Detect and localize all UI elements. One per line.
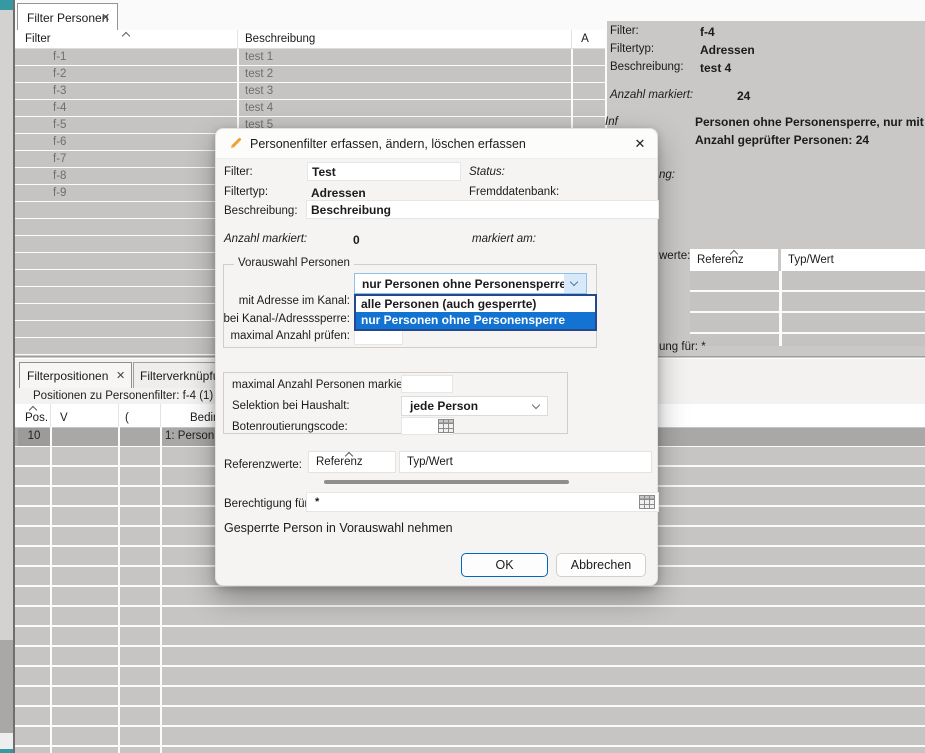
- row-pos-value: 10: [18, 428, 50, 446]
- detail-info-label-fragment: Inf: [605, 116, 618, 128]
- max-markieren-label: maximal Anzahl Personen markieren:: [232, 379, 422, 391]
- groupbox-title: Vorauswahl Personen: [234, 257, 354, 269]
- scrollbar-track-end: [0, 733, 13, 749]
- positions-caption: Positionen zu Personenfilter: f-4 (1): [33, 390, 213, 402]
- table-row[interactable]: f-4test 4: [15, 100, 605, 117]
- filtertyp-value: Adressen: [311, 186, 366, 200]
- dropdown-option-selected[interactable]: nur Personen ohne Personensperre: [356, 312, 595, 329]
- detail-referenzwerte-label-fragment: werte:: [659, 250, 690, 262]
- pruefen-label: maximal Anzahl prüfen:: [216, 330, 350, 342]
- column-divider: [118, 404, 119, 427]
- horizontal-scrollbar-thumb[interactable]: [324, 480, 569, 484]
- gesperrte-person-note: Gesperrte Person in Vorauswahl nehmen: [224, 521, 453, 535]
- detail-info-line1: Personen ohne Personensperre, nur mit: [695, 115, 924, 129]
- column-header-a[interactable]: A: [568, 33, 602, 45]
- chevron-down-icon: [570, 278, 578, 286]
- close-icon[interactable]: ✕: [101, 11, 110, 24]
- close-icon[interactable]: ✕: [116, 369, 125, 382]
- column-divider: [50, 404, 51, 427]
- vorauswahl-combobox[interactable]: nur Personen ohne Personensperre: [354, 273, 587, 294]
- max-markieren-input[interactable]: [401, 375, 453, 393]
- column-divider: [160, 404, 161, 427]
- table-row[interactable]: f-1test 1: [15, 49, 605, 66]
- close-icon[interactable]: ✕: [630, 134, 650, 154]
- filter-label: Filter:: [224, 166, 253, 178]
- dropdown-option[interactable]: alle Personen (auch gesperrte): [356, 296, 595, 312]
- gridline: [779, 271, 782, 346]
- selektion-label: Selektion bei Haushalt:: [232, 400, 350, 412]
- gridline: [160, 427, 162, 753]
- detail-anzahl-label: Anzahl markiert:: [610, 89, 693, 101]
- detail-info-line2: Anzahl geprüfter Personen: 24: [695, 133, 869, 147]
- detail-filter-value: f-4: [700, 25, 715, 39]
- cancel-button[interactable]: Abbrechen: [556, 553, 646, 577]
- personenfilter-dialog: Personenfilter erfassen, ändern, löschen…: [215, 128, 658, 586]
- column-divider: [571, 30, 572, 49]
- tab-label: Filter Personen: [27, 11, 108, 25]
- botenroutierungscode-label: Botenroutierungscode:: [232, 421, 348, 433]
- detail-filtertyp-label: Filtertyp:: [610, 43, 654, 55]
- referenz-table-body: [690, 271, 925, 346]
- markiert-am-label: markiert am:: [472, 233, 536, 245]
- haushalt-combobox[interactable]: jede Person: [401, 396, 548, 416]
- table-row[interactable]: f-3test 3: [15, 83, 605, 100]
- detail-label-fragment: ng:: [659, 169, 675, 181]
- beschreibung-label: Beschreibung:: [224, 205, 298, 217]
- column-header-beschreibung[interactable]: Beschreibung: [245, 33, 315, 45]
- scrollbar-bottom-accent[interactable]: [0, 749, 13, 753]
- table-row[interactable]: f-2test 2: [15, 66, 605, 83]
- referenzwerte-label: Referenzwerte:: [224, 459, 302, 471]
- filter-input[interactable]: Test: [307, 162, 461, 181]
- column-divider: [237, 30, 238, 49]
- scrollbar-thumb[interactable]: [0, 640, 13, 733]
- berechtigung-input[interactable]: *: [306, 492, 659, 512]
- column-header-typwert[interactable]: Typ/Wert: [399, 451, 652, 473]
- chevron-down-icon: [532, 401, 540, 409]
- combobox-button[interactable]: [564, 274, 586, 293]
- column-header-filter[interactable]: Filter: [25, 33, 51, 45]
- lookup-grid-icon[interactable]: [639, 495, 655, 512]
- column-header-pos[interactable]: Pos.: [25, 412, 48, 424]
- edit-pencil-icon: [228, 136, 243, 154]
- detail-beschreibung-label: Beschreibung:: [610, 61, 684, 73]
- detail-filter-label: Filter:: [610, 25, 639, 37]
- dialog-title: Personenfilter erfassen, ändern, löschen…: [250, 137, 526, 151]
- gridline: [50, 427, 52, 753]
- ok-button[interactable]: OK: [461, 553, 548, 577]
- column-header-typwert[interactable]: Typ/Wert: [781, 249, 925, 271]
- filter-table-header: Filter Beschreibung A: [15, 30, 605, 49]
- tab-filterpositionen[interactable]: Filterpositionen ✕: [19, 362, 132, 388]
- status-label: Status:: [469, 166, 505, 178]
- tab-filter-personen[interactable]: Filter Personen ✕: [17, 3, 118, 30]
- detail-beschreibung-value: test 4: [700, 61, 731, 75]
- row-bedingung-value: 1: Person: [165, 428, 214, 445]
- fremddatenbank-label: Fremddatenbank:: [469, 186, 559, 198]
- anzahl-markiert-value: 0: [353, 233, 360, 247]
- kanal-label: mit Adresse im Kanal:: [216, 295, 350, 307]
- anzahl-markiert-label: Anzahl markiert:: [224, 233, 307, 245]
- column-header-v[interactable]: V: [60, 412, 68, 424]
- gridline: [118, 427, 120, 753]
- berechtigung-label: Berechtigung für:: [224, 498, 312, 510]
- filtertyp-label: Filtertyp:: [224, 186, 268, 198]
- column-header-paren[interactable]: (: [125, 412, 129, 424]
- vorauswahl-dropdown-list: alle Personen (auch gesperrte) nur Perso…: [354, 294, 597, 331]
- detail-berechtigung-label-fragment: ung für: *: [659, 341, 706, 353]
- lookup-grid-icon[interactable]: [438, 419, 454, 436]
- detail-filtertyp-value: Adressen: [700, 43, 755, 57]
- beschreibung-input[interactable]: Beschreibung: [306, 200, 659, 219]
- detail-anzahl-value: 24: [737, 89, 750, 103]
- scrollbar-top-accent[interactable]: [0, 0, 13, 10]
- sperre-label: bei Kanal-/Adresssperre:: [216, 313, 350, 325]
